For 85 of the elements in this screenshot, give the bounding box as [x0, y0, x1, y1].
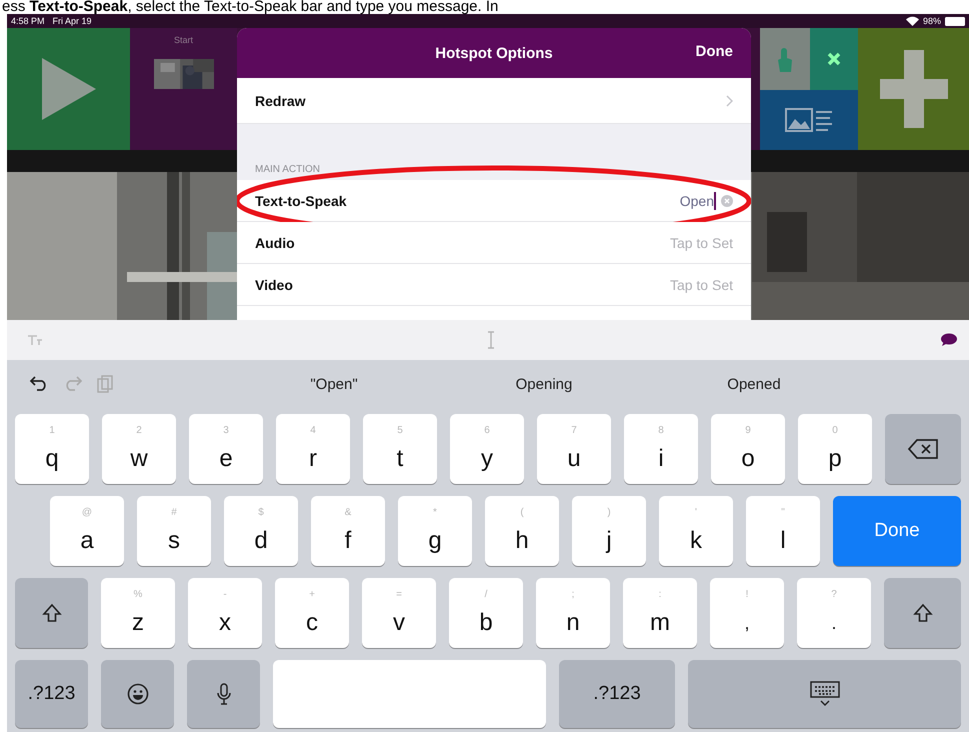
- key[interactable]: ) j: [572, 496, 646, 566]
- status-time: 4:58 PM: [11, 16, 45, 26]
- word-suggestion[interactable]: Opening: [439, 376, 649, 392]
- numbers-key[interactable]: .?123: [15, 660, 88, 728]
- shift-icon: [912, 603, 932, 623]
- key[interactable]: ! ,: [710, 578, 784, 648]
- space-key[interactable]: [273, 660, 546, 728]
- key[interactable]: 8 i: [624, 414, 698, 484]
- add-tile[interactable]: [858, 28, 969, 150]
- paste-icon[interactable]: [97, 375, 113, 393]
- emoji-key[interactable]: [101, 660, 174, 728]
- key[interactable]: ( h: [485, 496, 559, 566]
- status-date: Fri Apr 19: [52, 16, 92, 26]
- row-value: Tap to Set: [670, 276, 733, 292]
- hide-keyboard-key[interactable]: [688, 660, 961, 728]
- delete-tile[interactable]: [810, 28, 858, 90]
- key[interactable]: % z: [101, 578, 175, 648]
- backspace-icon: [907, 438, 939, 460]
- shift-key[interactable]: [884, 578, 961, 648]
- close-icon: [827, 52, 841, 66]
- battery-percent: 98%: [922, 16, 941, 26]
- key[interactable]: + c: [275, 578, 349, 648]
- row-label: Video: [255, 276, 293, 292]
- row-value: Tap to Set: [670, 234, 733, 250]
- text-cursor-icon[interactable]: [486, 331, 496, 349]
- list-row[interactable]: Redraw: [237, 78, 751, 124]
- start-tile[interactable]: Start: [130, 28, 237, 150]
- key[interactable]: 4 r: [276, 414, 350, 484]
- key[interactable]: $ d: [224, 496, 298, 566]
- key[interactable]: = v: [362, 578, 436, 648]
- backspace-key[interactable]: [885, 414, 961, 484]
- play-tile[interactable]: [7, 28, 130, 150]
- shift-key[interactable]: [15, 578, 88, 648]
- word-suggestion[interactable]: "Open": [229, 376, 439, 392]
- done-key[interactable]: Done: [833, 496, 961, 566]
- key[interactable]: 9 o: [711, 414, 785, 484]
- done-button[interactable]: Done: [696, 43, 733, 60]
- list-row[interactable]: Video Tap to Set: [237, 264, 751, 306]
- key[interactable]: - x: [188, 578, 262, 648]
- key[interactable]: 2 w: [102, 414, 176, 484]
- row-label: Redraw: [255, 92, 306, 108]
- sheet-title: Hotspot Options: [435, 44, 553, 62]
- key[interactable]: # s: [137, 496, 211, 566]
- media-tile[interactable]: [760, 90, 858, 150]
- key[interactable]: 0 p: [798, 414, 872, 484]
- format-icon[interactable]: [27, 334, 43, 346]
- play-icon: [42, 58, 96, 120]
- key[interactable]: / b: [449, 578, 523, 648]
- word-suggestion[interactable]: Opened: [649, 376, 859, 392]
- key[interactable]: 7 u: [537, 414, 611, 484]
- list-row[interactable]: Audio Tap to Set: [237, 222, 751, 264]
- shift-icon: [42, 603, 62, 623]
- key[interactable]: 1 q: [15, 414, 89, 484]
- key[interactable]: 3 e: [189, 414, 263, 484]
- battery-icon: [945, 16, 965, 26]
- caption: ess Text-to-Speak, select the Text-to-Speak bar and type you message. In: [1, 0, 498, 14]
- key[interactable]: " l: [746, 496, 820, 566]
- numbers-key[interactable]: .?123: [559, 660, 675, 728]
- key[interactable]: 6 y: [450, 414, 524, 484]
- touch-tile[interactable]: [760, 28, 810, 90]
- chevron-icon: [726, 94, 733, 106]
- clear-icon[interactable]: [721, 194, 733, 206]
- key[interactable]: @ a: [50, 496, 124, 566]
- key[interactable]: : m: [623, 578, 697, 648]
- dictation-key[interactable]: [187, 660, 260, 728]
- image-text-icon: [785, 107, 833, 133]
- key[interactable]: * g: [398, 496, 472, 566]
- key[interactable]: ; n: [536, 578, 610, 648]
- section-header: MAIN ACTION: [255, 164, 320, 174]
- keyboard-icon: [810, 681, 840, 707]
- key[interactable]: ' k: [659, 496, 733, 566]
- key[interactable]: & f: [311, 496, 385, 566]
- finger-icon: [775, 46, 795, 72]
- microphone-icon: [216, 683, 230, 705]
- row-label: Text-to-Speak: [255, 192, 347, 208]
- smiley-icon: [126, 683, 148, 705]
- wifi-icon: [906, 16, 919, 26]
- text-input-value[interactable]: Open: [680, 192, 714, 208]
- key[interactable]: ? .: [797, 578, 871, 648]
- row-label: Audio: [255, 234, 295, 250]
- start-label: Start: [174, 35, 193, 45]
- list-row[interactable]: Text-to-Speak Open: [237, 180, 751, 222]
- plus-icon: [880, 50, 948, 128]
- key[interactable]: 5 t: [363, 414, 437, 484]
- speech-bubble-icon[interactable]: [939, 333, 957, 347]
